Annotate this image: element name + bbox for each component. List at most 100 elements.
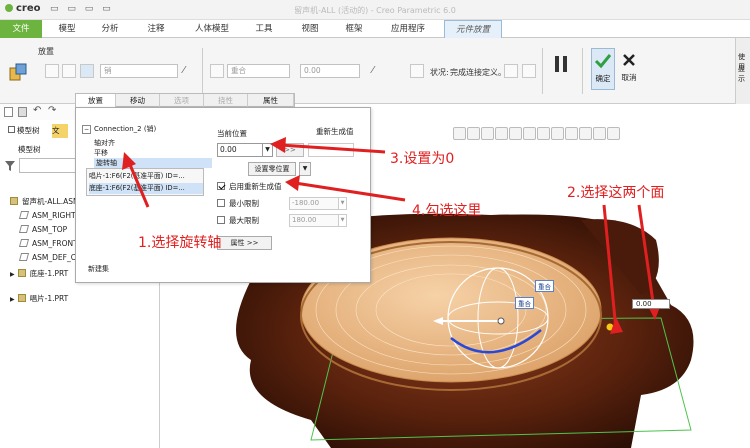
group-placement-label: 放置 [38,47,54,56]
current-position-input[interactable]: 0.00 [217,143,263,157]
expand-arrow-icon[interactable]: ▶ [10,296,15,303]
position-dropdown-arrow[interactable]: ▼ [263,143,273,157]
csys-icon [18,253,30,261]
ribbon-separator-3 [582,48,583,94]
save-icon[interactable] [18,107,27,117]
min-limit-checkbox[interactable]: 最小限制 [217,198,259,210]
view-manager-icon[interactable] [537,127,550,140]
to-regen-button[interactable]: >> [276,143,304,157]
tree-item-asm-right[interactable]: ASM_RIGHT [18,210,76,222]
status-icon [410,64,424,78]
constraint-icon[interactable] [62,64,76,78]
annotation-display-icon[interactable] [579,127,592,140]
zoom-in-icon[interactable] [467,127,480,140]
flip-icon[interactable]: ⁄ [183,64,197,78]
zoom-out-icon[interactable] [481,127,494,140]
collapse-icon[interactable]: − [82,125,92,134]
position-readout[interactable]: 0.00 [632,299,670,309]
user-defined-icon[interactable] [45,64,59,78]
constraint-translate[interactable]: 平移 [94,148,108,158]
new-icon[interactable] [4,107,13,117]
references-box[interactable]: 唱片-1:F6(F2(基准平面) ID=... 底座-1:F6(F2(基准平面)… [86,168,204,196]
min-limit-arrow[interactable]: ▼ [339,197,347,210]
tab-annotate[interactable]: 注释 [136,20,176,38]
min-limit-input[interactable]: -180.00 [289,197,339,210]
properties-button[interactable]: 属性 >> [217,236,272,250]
datum-display-icon[interactable] [565,127,578,140]
regen-value-input[interactable] [308,143,354,157]
tab-framework[interactable]: 框架 [334,20,374,38]
tab-folder[interactable]: 文 [52,124,68,138]
right-collapsed-panel[interactable]: 使用 显示 [735,38,750,104]
expand-arrow-icon[interactable]: ▶ [10,271,15,278]
max-limit-arrow[interactable]: ▼ [339,214,347,227]
drag-components-icon[interactable] [607,127,620,140]
tag-coincident-1[interactable]: 重合 [535,280,554,292]
tree-item-base-part[interactable]: ▶ 底座-1.PRT [10,268,68,280]
assembly-window-icon[interactable] [522,64,536,78]
max-limit-checkbox[interactable]: 最大限制 [217,215,259,227]
plane-icon[interactable] [210,64,224,78]
regen-value-label: 重新生成值 [316,127,354,136]
tab-flexibility[interactable]: 挠性 [204,94,248,107]
tab-options[interactable]: 选项 [160,94,204,107]
enable-regen-checkbox[interactable]: 启用重新生成值 [217,181,282,193]
assembly-icon[interactable] [8,62,28,82]
assembly-icon-svg [9,63,27,81]
tree-item-record-part[interactable]: ▶ 唱片-1.PRT [10,293,68,305]
assembly-icon [10,197,18,205]
checkbox-icon[interactable] [217,199,225,207]
placement-panel: − Connection_2 (销) 轴对齐 平移 旋转轴 新建集 唱片-1:F6… [75,107,371,283]
constraint-rotation-axis[interactable]: 旋转轴 [94,158,212,168]
pause-button[interactable] [555,56,569,72]
checkbox-checked-icon[interactable] [217,182,225,190]
tab-placement[interactable]: 放置 [76,94,116,107]
tab-properties[interactable]: 属性 [248,94,294,107]
ribbon-separator [202,48,203,94]
offset-input[interactable]: 0.00 [300,64,360,78]
refit-icon[interactable] [453,127,466,140]
display-style-icon[interactable] [509,127,522,140]
cancel-label: 取消 [621,73,637,82]
saved-views-icon[interactable] [523,127,536,140]
tab-component-placement[interactable]: 元件放置 [444,20,502,38]
tree-item-asm-top[interactable]: ASM_TOP [18,224,67,236]
undo-icon[interactable]: ↶ [33,105,41,116]
window-title: 留声机-ALL (活动的) - Creo Parametric 6.0 [294,6,456,15]
connection-type-select[interactable]: 销 [100,64,178,78]
checkbox-icon[interactable] [217,216,225,224]
datum-plane-icon [18,225,30,233]
max-limit-input[interactable]: 180.00 [289,214,339,227]
redo-icon[interactable]: ↷ [48,105,56,116]
tab-model-tree[interactable]: 模型树 [8,124,48,138]
tab-move[interactable]: 移动 [116,94,160,107]
filter-icon[interactable] [5,161,15,171]
constraint-axis-align[interactable]: 轴对齐 [94,138,115,148]
ok-button[interactable]: 确定 [591,48,615,90]
tab-model[interactable]: 模型 [48,20,86,38]
connection-node[interactable]: − Connection_2 (销) [82,124,156,134]
tab-tools[interactable]: 工具 [244,20,284,38]
flip-constraint-icon[interactable]: ⁄ [372,64,386,78]
new-set-link[interactable]: 新建集 [88,264,109,274]
separate-window-icon[interactable] [504,64,518,78]
tree-item-root[interactable]: 留声机-ALL.ASM [10,196,79,208]
cancel-button[interactable]: 取消 [618,48,640,90]
ref-base-plane[interactable]: 底座-1:F6(F2(基准平面) ID=... [89,183,203,194]
tab-manikin[interactable]: 人体模型 [184,20,240,38]
tab-file[interactable]: 文件 [0,20,42,38]
tree-item-asm-front[interactable]: ASM_FRONT [18,238,78,250]
connection-icon[interactable] [80,64,94,78]
tag-coincident-2[interactable]: 重合 [515,297,534,309]
spin-center-icon[interactable] [593,127,606,140]
tab-analysis[interactable]: 分析 [90,20,130,38]
repaint-icon[interactable] [495,127,508,140]
constraint-type-select[interactable]: 重合 [227,64,290,78]
close-icon [623,54,635,66]
perspective-icon[interactable] [551,127,564,140]
tab-applications[interactable]: 应用程序 [380,20,436,38]
set-zero-position-button[interactable]: 设置零位置 [248,162,296,176]
ref-record-plane[interactable]: 唱片-1:F6(F2(基准平面) ID=... [89,171,203,182]
set-zero-dropdown-arrow[interactable]: ▼ [299,162,311,176]
tab-view[interactable]: 视图 [290,20,330,38]
